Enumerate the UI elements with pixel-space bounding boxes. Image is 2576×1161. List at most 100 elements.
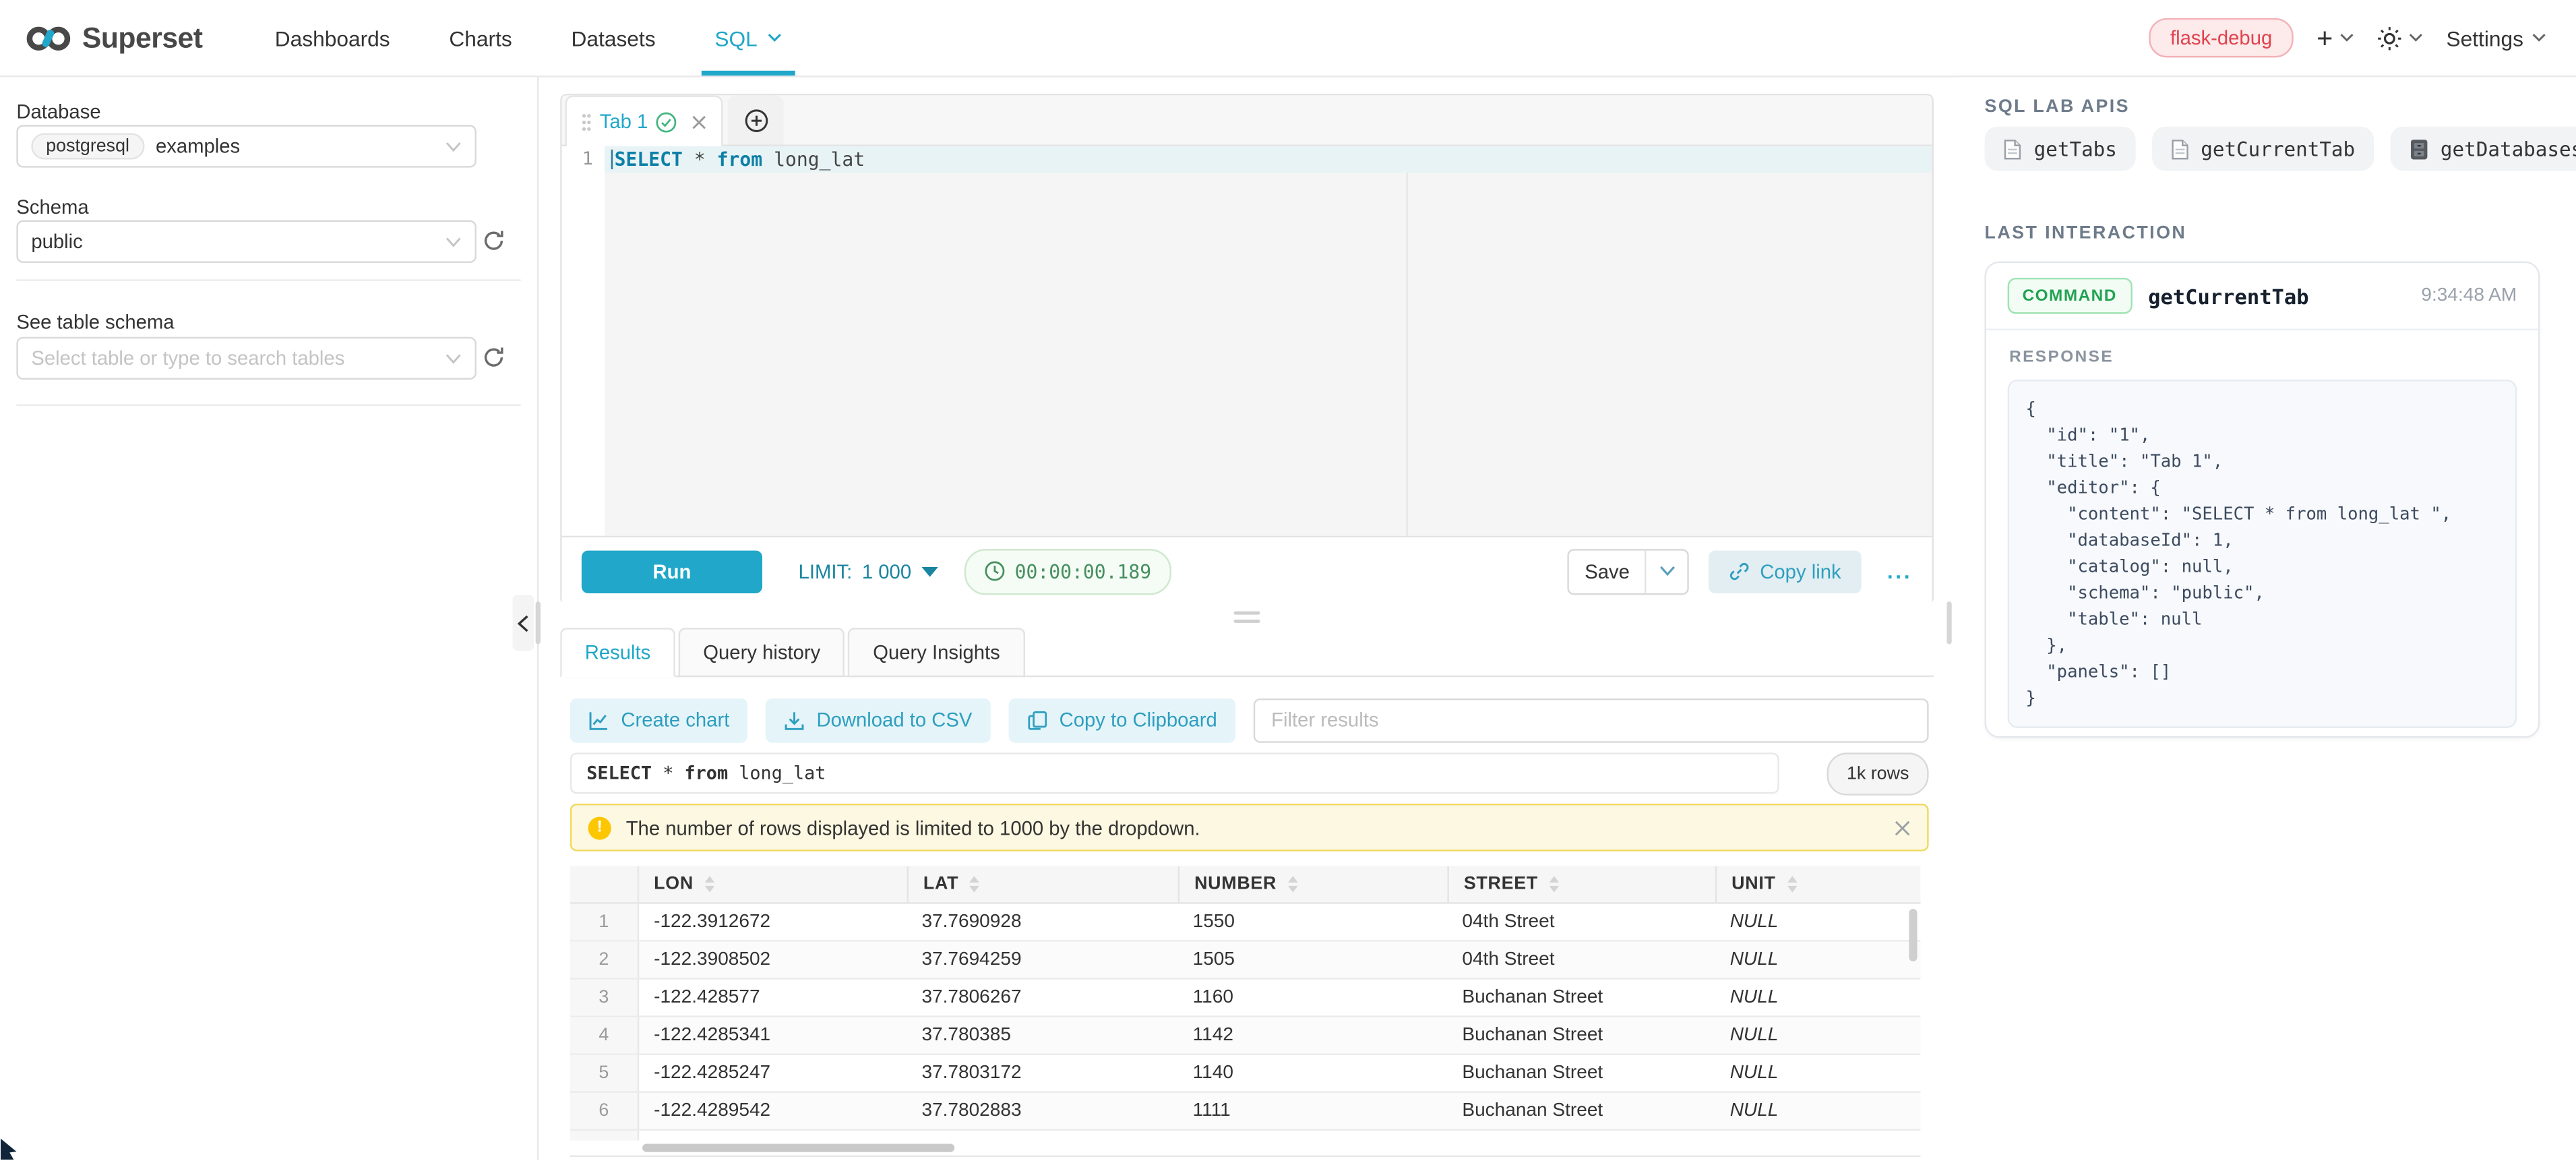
database-select[interactable]: postgresql examples (16, 125, 477, 167)
editor-tab-label: Tab 1 (600, 110, 648, 133)
get-current-tab-label: getCurrentTab (2201, 138, 2355, 160)
editor-tab-1[interactable]: Tab 1 (565, 95, 724, 146)
column-header-number[interactable]: NUMBER (1178, 866, 1448, 903)
limit-label: LIMIT: (799, 560, 853, 583)
command-timestamp: 9:34:48 AM (2421, 286, 2517, 305)
table-row[interactable]: 5 -122.4285247 37.7803172 1140 Buchanan … (570, 1055, 1921, 1093)
sql-editor-main: Tab 1 (560, 78, 1934, 1160)
table-cell: 1160 (1178, 988, 1448, 1007)
document-icon (2170, 138, 2189, 160)
save-button[interactable]: Save (1570, 549, 1645, 592)
sql-code-editor[interactable]: 1 SELECT * from long_lat (562, 146, 1932, 536)
document-icon (2002, 138, 2022, 160)
horizontal-scrollbar[interactable] (570, 1141, 1921, 1157)
environment-badge: flask-debug (2149, 18, 2294, 58)
nav-sql-label: SQL (714, 26, 757, 51)
get-current-tab-button[interactable]: getCurrentTab (2151, 127, 2373, 171)
schema-select[interactable]: public (16, 220, 477, 263)
new-tab-button[interactable] (729, 95, 785, 144)
download-csv-button[interactable]: Download to CSV (766, 698, 990, 742)
limit-dropdown[interactable]: LIMIT: 1 000 (799, 560, 938, 583)
table-cell: NULL (1715, 988, 1921, 1007)
nav-dashboards[interactable]: Dashboards (245, 0, 420, 76)
right-panel-resize-handle[interactable] (1946, 601, 1951, 644)
table-cell: Buchanan Street (1447, 1025, 1715, 1045)
column-header-lon[interactable]: LON (639, 866, 907, 903)
command-name: getCurrentTab (2148, 283, 2308, 308)
table-cell: 04th Street (1447, 912, 1715, 932)
table-row[interactable]: 6 -122.4289542 37.7802883 1111 Buchanan … (570, 1093, 1921, 1131)
sql-star: * (663, 763, 673, 784)
chevron-down-icon (446, 140, 462, 152)
column-header-unit[interactable]: UNIT (1715, 866, 1921, 903)
column-header-lat[interactable]: LAT (907, 866, 1178, 903)
table-row[interactable]: 4 -122.4285341 37.780385 1142 Buchanan S… (570, 1017, 1921, 1055)
table-cell: Buchanan Street (1447, 1101, 1715, 1121)
superset-logo[interactable]: Superset (26, 20, 203, 55)
check-circle-icon (656, 111, 677, 133)
sql-keyword: SELECT (615, 148, 683, 171)
sort-icon (970, 876, 980, 892)
table-row[interactable]: 2 -122.3908502 37.7694259 1505 04th Stre… (570, 942, 1921, 980)
nav-charts[interactable]: Charts (420, 0, 542, 76)
tab-query-insights[interactable]: Query Insights (849, 628, 1025, 677)
create-chart-button[interactable]: Create chart (570, 698, 747, 742)
more-actions-button[interactable]: ... (1887, 559, 1912, 584)
theme-menu[interactable] (2377, 26, 2423, 51)
text-cursor (611, 150, 613, 169)
panel-resize-handle[interactable] (560, 608, 1934, 624)
sql-table-name: long_lat (739, 763, 826, 784)
nav-datasets[interactable]: Datasets (542, 0, 685, 76)
last-interaction-heading: LAST INTERACTION (1985, 224, 2187, 243)
sqllab-api-panel: SQL LAB APIS getTabs getCurrentTab (1955, 78, 2576, 1160)
table-cell: -122.3912672 (639, 912, 907, 932)
get-tabs-button[interactable]: getTabs (1985, 127, 2135, 171)
new-menu[interactable]: + (2317, 24, 2354, 51)
close-tab-icon[interactable] (692, 114, 707, 129)
tab-query-history[interactable]: Query history (679, 628, 845, 677)
left-panel-resize-handle[interactable] (536, 601, 541, 644)
sql-lab-page: Superset Dashboards Charts Datasets SQL … (0, 0, 2576, 1160)
filter-results-input[interactable] (1253, 698, 1928, 742)
create-chart-label: Create chart (621, 709, 729, 732)
table-row[interactable]: 1 -122.3912672 37.7690928 1550 04th Stre… (570, 904, 1921, 942)
settings-label: Settings (2446, 26, 2523, 51)
download-icon (784, 709, 805, 731)
elapsed-time: 00:00:00.189 (1015, 560, 1152, 583)
close-alert-icon[interactable] (1894, 819, 1910, 835)
horizontal-scrollbar-thumb[interactable] (642, 1144, 954, 1152)
row-number: 1 (570, 904, 639, 941)
editor-gutter: 1 (562, 146, 605, 536)
vertical-scrollbar-thumb[interactable] (1909, 909, 1917, 961)
table-cell: 37.7806267 (907, 988, 1178, 1007)
chevron-down-icon (767, 33, 782, 43)
refresh-schemas-icon[interactable] (481, 229, 508, 255)
table-cell: 1550 (1178, 912, 1448, 932)
chart-icon (588, 709, 610, 731)
collapse-left-panel-button[interactable] (513, 595, 534, 651)
clock-icon (983, 560, 1005, 582)
refresh-tables-icon[interactable] (481, 345, 508, 371)
chevron-down-icon (2339, 33, 2354, 43)
get-databases-button[interactable]: getDatabases (2389, 127, 2576, 171)
copy-link-button[interactable]: Copy link (1709, 549, 1861, 592)
column-header-street[interactable]: STREET (1447, 866, 1715, 903)
nav-sql[interactable]: SQL (685, 0, 811, 76)
sort-icon (1288, 876, 1298, 892)
database-icon (2408, 138, 2429, 160)
save-dropdown-button[interactable] (1645, 549, 1688, 592)
main-nav: Dashboards Charts Datasets SQL (245, 0, 811, 76)
table-cell: 1140 (1178, 1063, 1448, 1083)
copy-to-clipboard-button[interactable]: Copy to Clipboard (1008, 698, 1235, 742)
database-value: examples (156, 135, 240, 158)
tab-results[interactable]: Results (560, 628, 675, 677)
table-cell: -122.4285341 (639, 1025, 907, 1045)
response-json: { "id": "1", "title": "Tab 1", "editor":… (2008, 380, 2517, 728)
database-type-tag: postgresql (31, 133, 144, 159)
row-number: 3 (570, 980, 639, 1016)
table-select[interactable]: Select table or type to search tables (16, 337, 477, 380)
run-query-button[interactable]: Run (582, 549, 762, 592)
table-row[interactable]: 3 -122.428577 37.7806267 1160 Buchanan S… (570, 980, 1921, 1017)
plus-circle-icon (744, 108, 769, 133)
settings-menu[interactable]: Settings (2446, 26, 2546, 51)
